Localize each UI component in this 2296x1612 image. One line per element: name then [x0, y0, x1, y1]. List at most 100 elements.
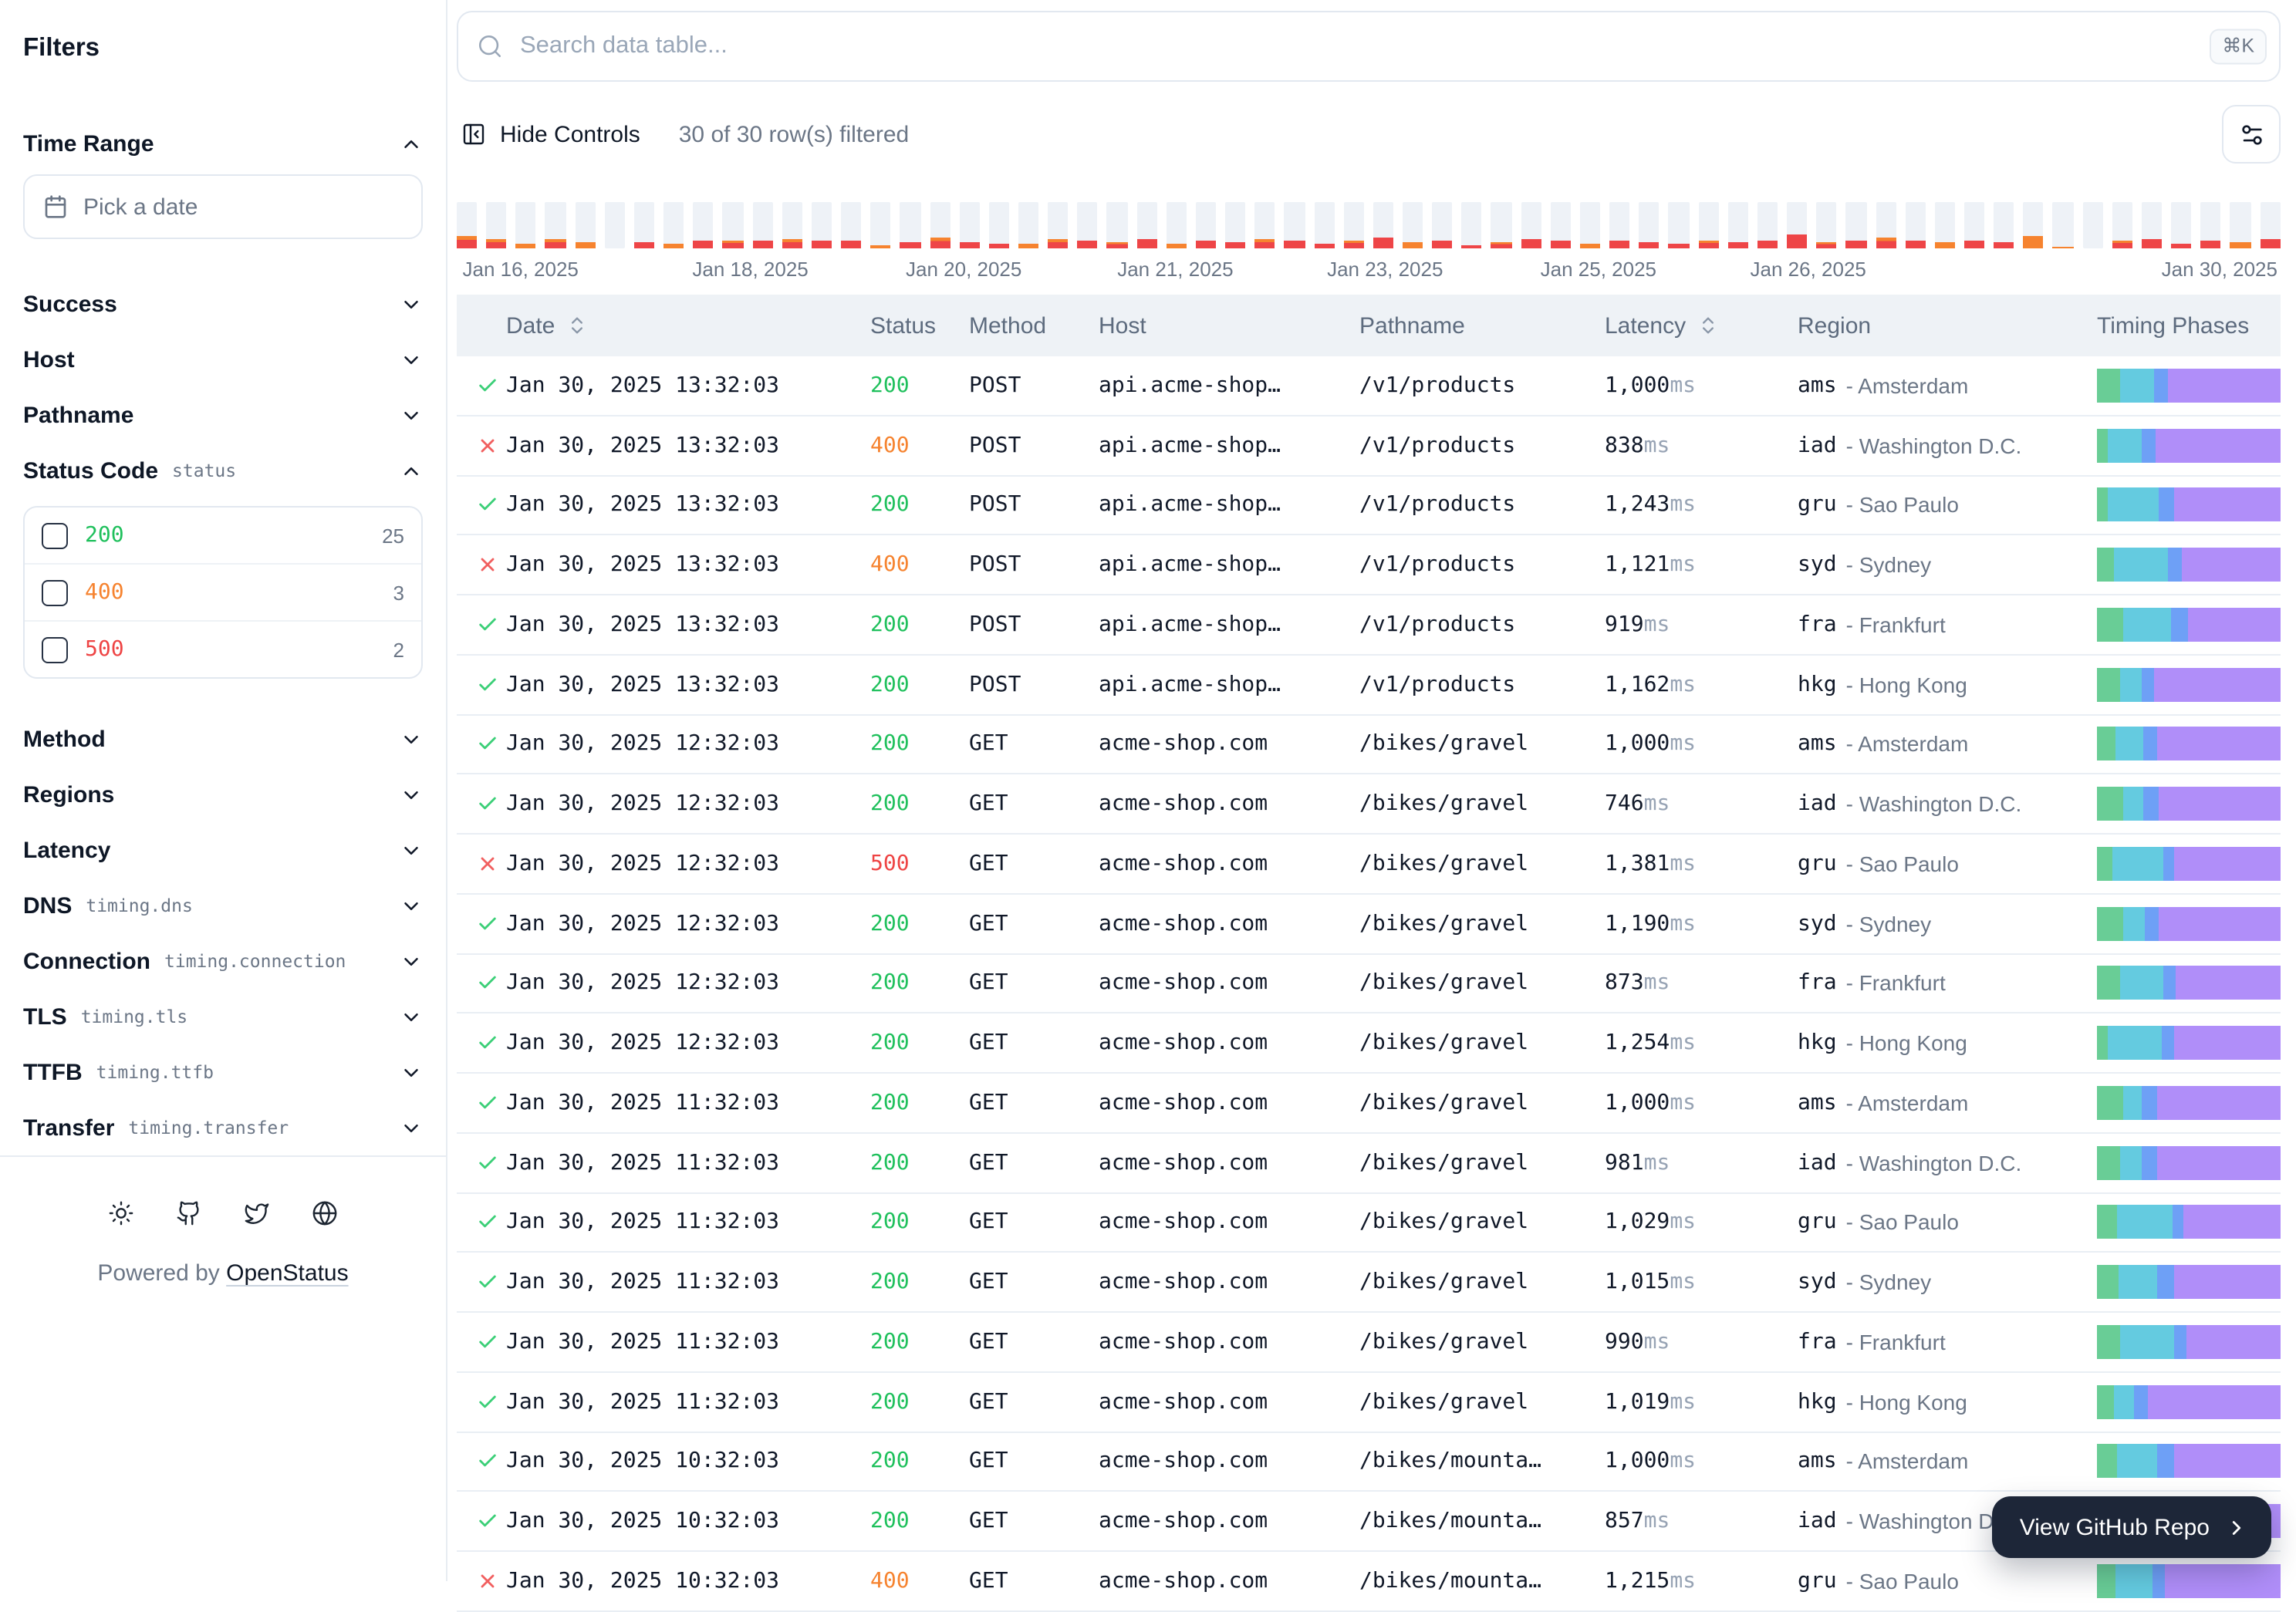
table-row[interactable]: Jan 30, 2025 12:32:03 200 GET acme-shop.… [457, 895, 2281, 955]
chart-bar[interactable] [1964, 202, 1984, 248]
chart-bar[interactable] [1225, 202, 1245, 248]
chart-bar[interactable] [1314, 202, 1334, 248]
filter-section-transfer[interactable]: Transfer timing.transfer [23, 1100, 423, 1155]
chart-bar[interactable] [1787, 202, 1807, 248]
chart-bar[interactable] [1018, 202, 1038, 248]
table-row[interactable]: Jan 30, 2025 10:32:03 200 GET acme-shop.… [457, 1432, 2281, 1492]
chart-bar[interactable] [1609, 202, 1629, 248]
chart-bar[interactable] [457, 202, 477, 248]
table-row[interactable]: Jan 30, 2025 11:32:03 200 GET acme-shop.… [457, 1074, 2281, 1134]
table-row[interactable]: Jan 30, 2025 13:32:03 200 POST api.acme-… [457, 595, 2281, 656]
chart-bar[interactable] [1343, 202, 1363, 248]
chart-bar[interactable] [1136, 202, 1156, 248]
hide-controls-button[interactable]: Hide Controls [457, 121, 645, 147]
chart-bar[interactable] [634, 202, 654, 248]
chart-bar[interactable] [2112, 202, 2132, 248]
chart-bar[interactable] [2053, 202, 2073, 248]
chart-bar[interactable] [959, 202, 979, 248]
table-row[interactable]: Jan 30, 2025 12:32:03 200 GET acme-shop.… [457, 775, 2281, 835]
chart-bar[interactable] [1167, 202, 1187, 248]
chart-bar[interactable] [516, 202, 536, 248]
chart-bar[interactable] [841, 202, 861, 248]
website-link-button[interactable] [299, 1186, 351, 1239]
chart-bar[interactable] [1757, 202, 1778, 248]
table-row[interactable]: Jan 30, 2025 12:32:03 500 GET acme-shop.… [457, 835, 2281, 895]
chart-bar[interactable] [1846, 202, 1866, 248]
chart-bar[interactable] [1078, 202, 1098, 248]
chart-bar[interactable] [1551, 202, 1571, 248]
chart-bar[interactable] [1285, 202, 1305, 248]
chart-bar[interactable] [2260, 202, 2280, 248]
chart-bar[interactable] [1432, 202, 1452, 248]
chart-bar[interactable] [694, 202, 714, 248]
filter-section-regions[interactable]: Regions [23, 767, 423, 822]
table-row[interactable]: Jan 30, 2025 11:32:03 200 GET acme-shop.… [457, 1253, 2281, 1314]
search-input[interactable] [457, 11, 2281, 82]
chart-bar[interactable] [545, 202, 566, 248]
chart-bar[interactable] [782, 202, 802, 248]
table-row[interactable]: Jan 30, 2025 11:32:03 200 GET acme-shop.… [457, 1373, 2281, 1433]
theme-toggle-button[interactable] [95, 1186, 147, 1239]
status-code-checkbox[interactable] [42, 579, 68, 605]
chart-bar[interactable] [1521, 202, 1541, 248]
table-row[interactable]: Jan 30, 2025 12:32:03 200 GET acme-shop.… [457, 715, 2281, 775]
chart-bar[interactable] [1994, 202, 2014, 248]
table-row[interactable]: Jan 30, 2025 13:32:03 200 POST api.acme-… [457, 356, 2281, 416]
chart-bar[interactable] [2082, 202, 2102, 248]
column-header-date[interactable]: Date [506, 312, 870, 339]
filter-section-method[interactable]: Method [23, 711, 423, 767]
chart-bar[interactable] [1669, 202, 1689, 248]
view-github-repo-button[interactable]: View GitHub Repo [1992, 1496, 2271, 1558]
chart-bar[interactable] [1816, 202, 1836, 248]
chart-bar[interactable] [752, 202, 772, 248]
chart-bar[interactable] [1462, 202, 1482, 248]
github-link-button[interactable] [163, 1186, 215, 1239]
table-row[interactable]: Jan 30, 2025 11:32:03 200 GET acme-shop.… [457, 1313, 2281, 1373]
table-row[interactable]: Jan 30, 2025 13:32:03 400 POST api.acme-… [457, 536, 2281, 596]
chart-bar[interactable] [605, 202, 625, 248]
chart-bar[interactable] [989, 202, 1009, 248]
chart-bar[interactable] [575, 202, 595, 248]
filter-section-time-range[interactable]: Time Range [23, 116, 423, 171]
table-row[interactable]: Jan 30, 2025 11:32:03 200 GET acme-shop.… [457, 1193, 2281, 1253]
filter-section-ttfb[interactable]: TTFB timing.ttfb [23, 1044, 423, 1100]
chart-bar[interactable] [812, 202, 832, 248]
filter-section-success[interactable]: Success [23, 276, 423, 332]
chart-bar[interactable] [870, 202, 890, 248]
chart-bar[interactable] [1254, 202, 1275, 248]
status-code-checkbox[interactable] [42, 522, 68, 548]
table-row[interactable]: Jan 30, 2025 11:32:03 200 GET acme-shop.… [457, 1134, 2281, 1194]
twitter-link-button[interactable] [231, 1186, 283, 1239]
status-code-option[interactable]: 500 2 [25, 620, 421, 677]
chart-bar[interactable] [1491, 202, 1511, 248]
chart-bar[interactable] [1698, 202, 1718, 248]
status-code-option[interactable]: 200 25 [25, 508, 421, 563]
date-picker-button[interactable]: Pick a date [23, 174, 423, 239]
chart-bar[interactable] [2142, 202, 2162, 248]
table-row[interactable]: Jan 30, 2025 12:32:03 200 GET acme-shop.… [457, 954, 2281, 1014]
chart-bar[interactable] [663, 202, 684, 248]
filter-section-latency[interactable]: Latency [23, 822, 423, 878]
status-code-option[interactable]: 400 3 [25, 563, 421, 620]
openstatus-link[interactable]: OpenStatus [226, 1260, 348, 1287]
chart-bar[interactable] [2171, 202, 2191, 248]
chart-bar[interactable] [1905, 202, 1925, 248]
table-row[interactable]: Jan 30, 2025 10:32:03 400 GET acme-shop.… [457, 1552, 2281, 1612]
table-row[interactable]: Jan 30, 2025 13:32:03 200 POST api.acme-… [457, 656, 2281, 716]
column-header-lat[interactable]: Latency [1605, 312, 1798, 339]
filter-section-status-code[interactable]: Status Code status [23, 443, 423, 498]
chart-bar[interactable] [930, 202, 950, 248]
chart-bar[interactable] [486, 202, 506, 248]
chart-bar[interactable] [2024, 202, 2044, 248]
chart-bar[interactable] [1048, 202, 1068, 248]
chart-bar[interactable] [723, 202, 743, 248]
chart-bar[interactable] [1639, 202, 1660, 248]
chart-bar[interactable] [1373, 202, 1393, 248]
chart-bar[interactable] [1935, 202, 1955, 248]
status-code-checkbox[interactable] [42, 636, 68, 663]
filter-section-connection[interactable]: Connection timing.connection [23, 933, 423, 989]
chart-bar[interactable] [900, 202, 920, 248]
chart-bar[interactable] [1876, 202, 1896, 248]
chart-bar[interactable] [2200, 202, 2220, 248]
table-row[interactable]: Jan 30, 2025 13:32:03 200 POST api.acme-… [457, 476, 2281, 536]
